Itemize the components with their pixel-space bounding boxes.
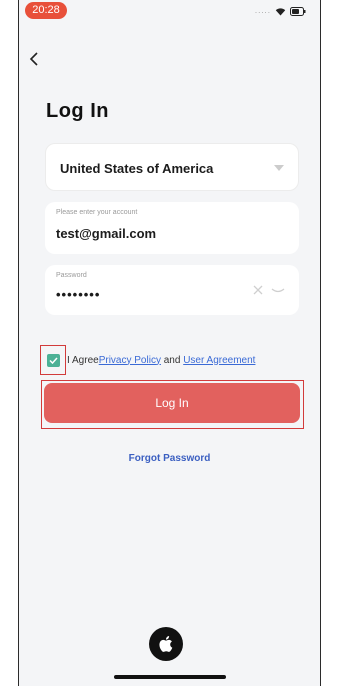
agreement-prefix: I Agree bbox=[67, 354, 99, 366]
account-input[interactable]: test@gmail.com bbox=[56, 226, 156, 241]
login-screen: 20:28 ..... Log In United States of Amer… bbox=[18, 0, 321, 686]
page-title: Log In bbox=[46, 100, 109, 122]
agreement-row: I AgreePrivacy Policy and User Agreement bbox=[40, 345, 255, 375]
forgot-password-link[interactable]: Forgot Password bbox=[19, 453, 320, 464]
apple-sign-in-button[interactable] bbox=[149, 627, 183, 661]
battery-icon bbox=[290, 6, 306, 16]
close-icon[interactable] bbox=[251, 283, 265, 297]
caret-down-icon bbox=[274, 165, 284, 171]
account-label: Please enter your account bbox=[56, 209, 138, 216]
password-label: Password bbox=[56, 272, 87, 279]
privacy-policy-link[interactable]: Privacy Policy bbox=[99, 355, 161, 366]
home-indicator bbox=[114, 675, 226, 679]
user-agreement-link[interactable]: User Agreement bbox=[183, 355, 255, 366]
checkbox-checked bbox=[46, 353, 60, 367]
account-field[interactable]: Please enter your account test@gmail.com bbox=[45, 202, 299, 254]
status-icons: ..... bbox=[255, 4, 306, 18]
login-button[interactable]: Log In bbox=[44, 383, 300, 423]
checkmark-icon bbox=[48, 356, 58, 364]
wifi-icon bbox=[275, 7, 286, 15]
back-button[interactable] bbox=[22, 46, 46, 72]
password-input[interactable]: •••••••• bbox=[56, 287, 100, 302]
agreement-text: I AgreePrivacy Policy and User Agreement bbox=[67, 355, 255, 366]
agreement-conjunction: and bbox=[160, 354, 184, 366]
apple-logo-icon bbox=[159, 636, 173, 652]
country-select[interactable]: United States of America bbox=[45, 143, 299, 191]
signal-icon: ..... bbox=[254, 6, 271, 15]
status-time: 20:28 bbox=[25, 2, 67, 19]
status-bar: 20:28 ..... bbox=[19, 0, 320, 34]
password-field[interactable]: Password •••••••• bbox=[45, 265, 299, 315]
eye-closed-icon[interactable] bbox=[271, 285, 285, 295]
agreement-checkbox[interactable] bbox=[40, 345, 66, 375]
chevron-left-icon bbox=[29, 52, 38, 66]
country-value: United States of America bbox=[60, 161, 214, 176]
